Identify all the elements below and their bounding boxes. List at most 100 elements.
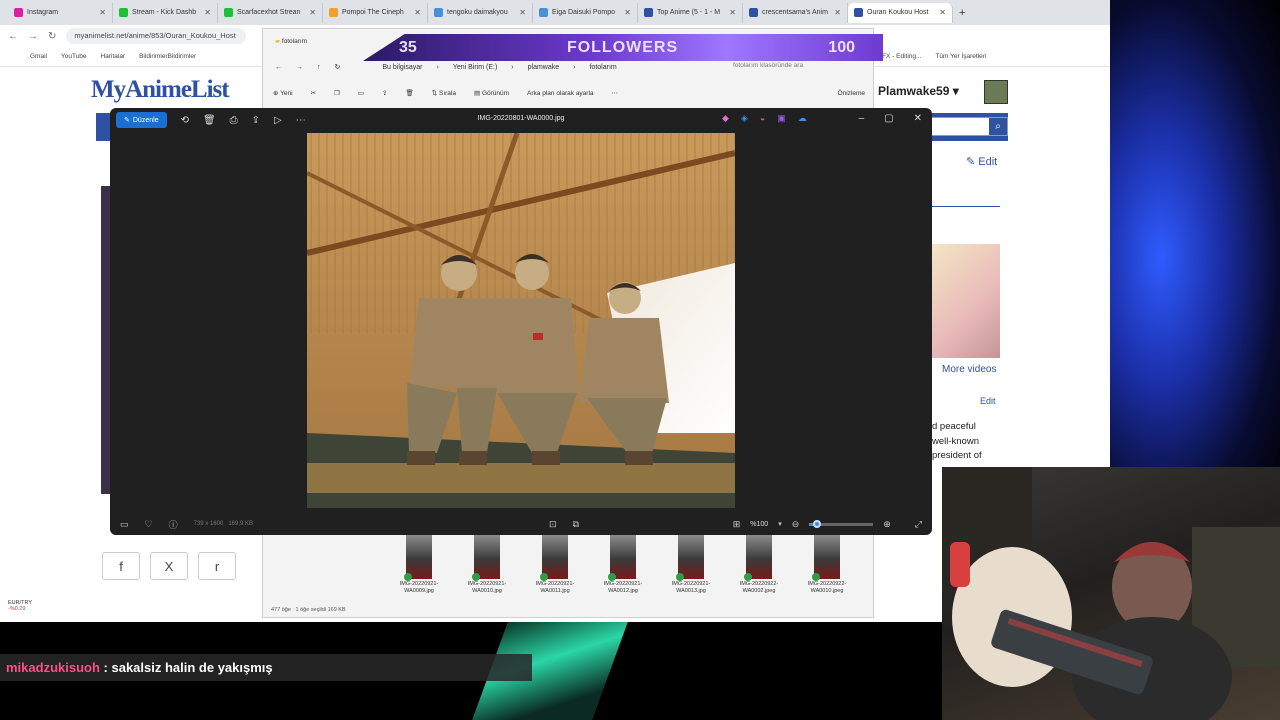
zoom-slider[interactable] <box>809 519 874 528</box>
more-videos-link[interactable]: More videos <box>942 364 996 375</box>
tab-kick-dashboard[interactable]: Stream - Kick Dashb ✕ <box>113 2 218 23</box>
tab-anime-list[interactable]: crescentsama's Anim ✕ <box>743 2 848 23</box>
zoom-slider-handle[interactable] <box>812 519 821 528</box>
search-input[interactable]: ⌕ <box>930 117 1008 136</box>
bookmark-notifications[interactable]: BildirimlerBildirimler <box>139 53 196 60</box>
url-field[interactable]: myanimelist.net/anime/853/Ouran_Koukou_H… <box>66 28 247 44</box>
close-icon[interactable]: ✕ <box>939 8 946 17</box>
tab-top-anime[interactable]: Top Anime (5 - 1 - M ✕ <box>638 2 743 23</box>
file-thumbnail[interactable]: IMG-20220921-WA0012.jpg <box>595 535 651 595</box>
video-thumbnail[interactable] <box>932 244 1000 358</box>
username-menu[interactable]: Plamwake59 ▾ <box>878 84 959 98</box>
edit-link[interactable]: ✎ Edit <box>966 155 997 168</box>
delete-icon[interactable]: 🗑 <box>405 89 413 97</box>
chevron-down-icon[interactable]: ▾ <box>778 520 782 528</box>
refresh-icon[interactable]: ↻ <box>335 63 341 71</box>
new-button[interactable]: ⊕ Yeni <box>273 89 293 97</box>
back-icon[interactable]: ← <box>8 31 18 42</box>
x-share-button[interactable]: X <box>150 552 188 580</box>
breadcrumb-pc[interactable]: Bu bilgisayar <box>382 64 422 71</box>
new-tab-button[interactable]: + <box>953 3 977 23</box>
slideshow-icon[interactable]: ▷ <box>274 115 282 126</box>
bookmark-gmail[interactable]: Gmail <box>30 53 47 60</box>
synopsis-text: d peaceful well-known president of <box>932 421 982 461</box>
file-thumbnail[interactable]: IMG-20220921-WA0010.jpg <box>459 535 515 595</box>
zoom-out-icon[interactable]: ⊖ <box>792 519 800 530</box>
file-thumbnail[interactable]: IMG-20220921-WA0009.jpg <box>391 535 447 595</box>
delete-icon[interactable]: 🗑 <box>203 115 216 126</box>
close-icon[interactable]: ✕ <box>414 8 421 17</box>
cut-icon[interactable]: ✂ <box>311 89 316 97</box>
view-button[interactable]: ▤ Görünüm <box>474 89 509 97</box>
close-icon[interactable]: ✕ <box>834 8 841 17</box>
fullscreen-icon[interactable]: ⤢ <box>915 519 922 530</box>
tab-kick-stream[interactable]: Scarfacexhot Strean ✕ <box>218 2 323 23</box>
explorer-tab-title[interactable]: ▰ fotolarım <box>275 37 307 45</box>
mal-logo[interactable]: MyAnimeList <box>91 76 230 104</box>
bookmark-maps[interactable]: Haritalar <box>101 53 126 60</box>
fit-icon[interactable]: ⊡ <box>549 519 557 530</box>
tab-instagram[interactable]: Instagram ✕ <box>8 2 113 23</box>
designer-icon[interactable]: ◈ <box>741 113 748 124</box>
tab-google-search-2[interactable]: Eiga Daisuki Pompo ✕ <box>533 2 638 23</box>
tab-pompo[interactable]: Pompoi The Cineph ✕ <box>323 2 428 23</box>
back-icon[interactable]: ← <box>275 64 282 71</box>
breadcrumb-drive[interactable]: Yeni Birim (E:) <box>453 64 497 71</box>
close-icon[interactable]: ✕ <box>914 113 922 124</box>
rename-icon[interactable]: ▭ <box>358 89 364 97</box>
copilot-icon[interactable]: ◆ <box>722 113 729 124</box>
print-icon[interactable]: ⎙ <box>230 115 238 126</box>
close-icon[interactable]: ✕ <box>624 8 631 17</box>
up-icon[interactable]: ↑ <box>317 64 321 71</box>
all-bookmarks[interactable]: Tüm Yer İşaretleri <box>935 53 986 60</box>
avatar[interactable] <box>984 80 1008 104</box>
reload-icon[interactable]: ↻ <box>48 31 56 42</box>
search-input[interactable]: fotolarım klasöründe ara <box>733 60 863 74</box>
file-thumbnail[interactable]: IMG-20220921-WA0013.jpg <box>663 535 719 595</box>
file-thumbnail[interactable]: IMG-20220922-WA0002.jpeg <box>731 535 787 595</box>
file-thumbnail[interactable]: IMG-20220922-WA0010.jpeg <box>799 535 855 595</box>
share-icon[interactable]: ⇪ <box>382 89 387 97</box>
file-thumbnail[interactable]: IMG-20220921-WA0011.jpg <box>527 535 583 595</box>
favorite-icon[interactable]: ♡ <box>145 519 153 530</box>
set-background-button[interactable]: Arka plan olarak ayarla <box>527 90 593 97</box>
info-icon[interactable]: ⓘ <box>169 518 178 531</box>
viewer-toolbar: ✎ Düzenle ⟲ 🗑 ⎙ ⇪ ▷ ⋯ <box>110 108 932 132</box>
share-icon[interactable]: ⇪ <box>252 115 260 126</box>
close-icon[interactable]: ✕ <box>204 8 211 17</box>
filmstrip-icon[interactable]: ▭ <box>120 519 129 530</box>
tab-ouran[interactable]: Ouran Koukou Host ✕ <box>848 2 953 23</box>
currency-widget[interactable]: EUR/TRY -%0.29 <box>8 600 32 612</box>
search-icon[interactable]: ⌕ <box>989 118 1007 135</box>
forward-icon[interactable]: → <box>296 64 303 71</box>
sort-button[interactable]: ⇅ Sırala <box>432 89 456 97</box>
copy-icon[interactable]: ❐ <box>334 89 340 97</box>
breadcrumb-fotolarim[interactable]: fotolarım <box>589 64 616 71</box>
more-icon[interactable]: ⋯ <box>296 115 306 126</box>
edit-button[interactable]: ✎ Düzenle <box>116 112 167 128</box>
onedrive-icon[interactable]: ☁ <box>798 113 807 124</box>
rotate-icon[interactable]: ⟲ <box>181 115 189 126</box>
preview-button[interactable]: Önizleme <box>838 90 865 97</box>
minimize-icon[interactable]: – <box>859 113 865 124</box>
crop-icon[interactable]: ⧉ <box>573 519 579 530</box>
tab-google-search[interactable]: tengoku daimakyou ✕ <box>428 2 533 23</box>
photo-content[interactable] <box>307 133 735 508</box>
reddit-share-button[interactable]: r <box>198 552 236 580</box>
zoom-level[interactable]: %100 <box>750 521 768 528</box>
close-icon[interactable]: ✕ <box>729 8 736 17</box>
forward-icon[interactable]: → <box>28 31 38 42</box>
paint-icon[interactable]: ◒ <box>760 113 765 124</box>
breadcrumb-plamwake[interactable]: plamwake <box>528 64 560 71</box>
more-icon[interactable]: ⋯ <box>612 89 619 97</box>
fit-window-icon[interactable]: ⊞ <box>733 519 741 530</box>
maximize-icon[interactable]: ▢ <box>884 113 893 124</box>
close-icon[interactable]: ✕ <box>519 8 526 17</box>
edit-synopsis-link[interactable]: Edit <box>980 396 996 406</box>
bookmark-youtube[interactable]: YouTube <box>61 53 87 60</box>
facebook-share-button[interactable]: f <box>102 552 140 580</box>
close-icon[interactable]: ✕ <box>99 8 106 17</box>
close-icon[interactable]: ✕ <box>309 8 316 17</box>
zoom-in-icon[interactable]: ⊕ <box>883 519 891 530</box>
clipchamp-icon[interactable]: ▣ <box>777 113 786 124</box>
